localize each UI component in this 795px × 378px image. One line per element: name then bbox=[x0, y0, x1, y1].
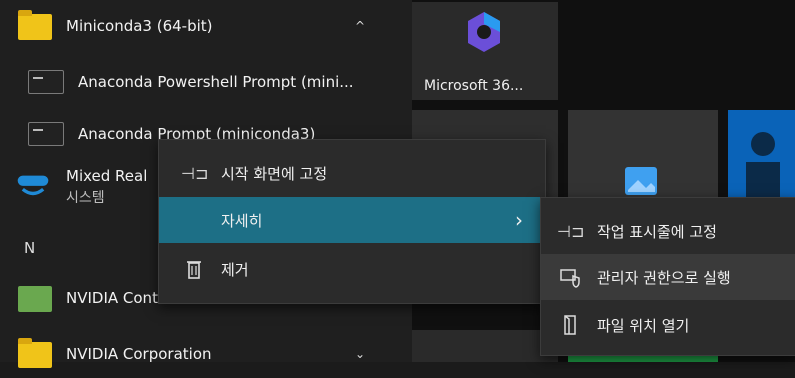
menu-item-more[interactable]: 자세히 › bbox=[159, 197, 545, 243]
list-item-anaconda-powershell[interactable]: Anaconda Powershell Prompt (mini... bbox=[0, 58, 412, 106]
trash-icon bbox=[187, 261, 201, 279]
tile-microsoft365[interactable]: Microsoft 36... bbox=[412, 2, 558, 100]
pin-icon: ⊣⊐ bbox=[181, 163, 209, 183]
chevron-up-icon: ^ bbox=[355, 19, 366, 33]
list-item-nvidia-corporation-folder[interactable]: NVIDIA Corporation ⌄ bbox=[0, 330, 412, 378]
context-menu: ⊣⊐ 시작 화면에 고정 자세히 › 제거 bbox=[158, 139, 546, 304]
tile-store[interactable] bbox=[728, 110, 795, 210]
list-item-label: Miniconda3 (64-bit) bbox=[66, 17, 213, 35]
tile-app-2[interactable] bbox=[412, 330, 558, 362]
list-item-sublabel: 시스템 bbox=[66, 190, 105, 206]
tile-label: Microsoft 36... bbox=[424, 78, 524, 94]
menu-item-uninstall[interactable]: 제거 bbox=[159, 246, 545, 292]
photos-icon bbox=[625, 167, 657, 195]
menu-item-pin-to-start[interactable]: ⊣⊐ 시작 화면에 고정 bbox=[159, 150, 545, 196]
person-icon bbox=[746, 132, 780, 204]
shield-icon bbox=[560, 269, 580, 288]
submenu-item-open-file-location[interactable]: 파일 위치 열기 bbox=[541, 302, 795, 348]
menu-item-label: 작업 표시줄에 고정 bbox=[597, 222, 717, 241]
chevron-down-icon: ⌄ bbox=[355, 347, 366, 361]
nvidia-icon bbox=[18, 286, 52, 312]
terminal-icon bbox=[28, 122, 64, 146]
microsoft365-icon bbox=[468, 12, 500, 52]
menu-item-label: 파일 위치 열기 bbox=[597, 316, 690, 335]
file-icon bbox=[564, 315, 576, 335]
list-item-miniconda3-folder[interactable]: Miniconda3 (64-bit) ^ bbox=[0, 2, 412, 50]
chevron-right-icon: › bbox=[515, 208, 523, 232]
menu-item-label: 자세히 bbox=[221, 211, 263, 230]
submenu: ⊣⊐ 작업 표시줄에 고정 관리자 권한으로 실행 파일 위치 열기 bbox=[540, 197, 795, 356]
folder-icon bbox=[18, 10, 52, 40]
folder-icon bbox=[18, 338, 52, 368]
terminal-icon bbox=[28, 70, 64, 94]
list-item-label: Anaconda Powershell Prompt (mini... bbox=[78, 73, 354, 91]
letter-header-n: N bbox=[24, 239, 36, 257]
tile-photos[interactable] bbox=[568, 110, 718, 210]
pin-icon: ⊣⊐ bbox=[557, 221, 585, 241]
submenu-item-pin-to-taskbar[interactable]: ⊣⊐ 작업 표시줄에 고정 bbox=[541, 208, 795, 254]
list-item-label: NVIDIA Corporation bbox=[66, 345, 212, 363]
list-item-label: Mixed Real bbox=[66, 167, 148, 185]
menu-item-label: 제거 bbox=[221, 260, 249, 279]
mixed-reality-icon bbox=[17, 175, 49, 196]
menu-item-label: 관리자 권한으로 실행 bbox=[597, 268, 731, 287]
submenu-item-run-as-admin[interactable]: 관리자 권한으로 실행 bbox=[541, 254, 795, 300]
menu-item-label: 시작 화면에 고정 bbox=[221, 164, 328, 183]
